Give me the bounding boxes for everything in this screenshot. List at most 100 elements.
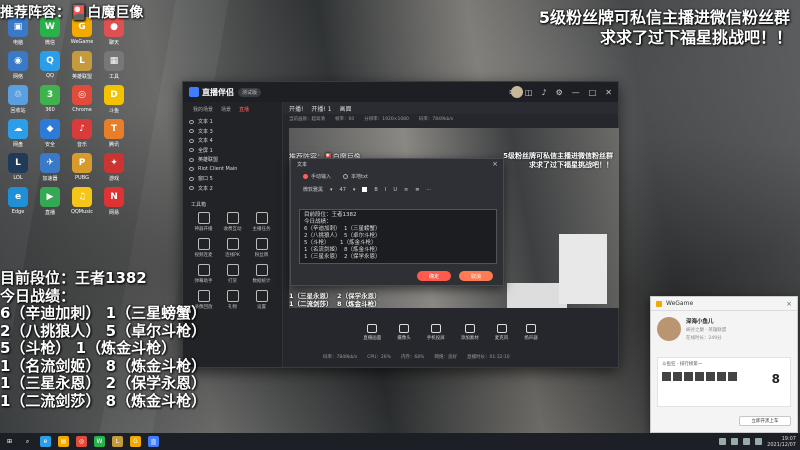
cancel-button[interactable]: 取消	[459, 271, 493, 281]
control-button[interactable]: 添加素材	[461, 323, 479, 341]
radio-manual-input[interactable]: 手动输入	[303, 173, 331, 180]
desktop-icon[interactable]: ▶ 直播	[34, 184, 66, 218]
desktop-icon[interactable]: P PUBG	[66, 150, 98, 184]
lol-icon[interactable]: L	[112, 436, 123, 447]
volume-icon[interactable]	[743, 438, 751, 445]
desktop-icon[interactable]: L LOL	[2, 150, 34, 184]
tab-view[interactable]: 画面	[340, 104, 352, 113]
explorer-icon[interactable]: ▤	[58, 436, 69, 447]
tool-item[interactable]: 视频连麦	[189, 238, 218, 258]
radio-local-txt[interactable]: 本地txt	[343, 173, 368, 180]
source-item[interactable]: 全屏 1	[183, 146, 282, 156]
source-item[interactable]: 英雄联盟	[183, 155, 282, 165]
eye-icon[interactable]	[189, 167, 194, 172]
desktop-icon[interactable]: L 英雄联盟	[66, 48, 98, 82]
control-button[interactable]: 扬声器	[524, 323, 538, 341]
desktop-icon[interactable]: ✈ 加速器	[34, 150, 66, 184]
tool-item[interactable]: 神器开播	[189, 212, 218, 232]
control-button[interactable]: 麦克风	[495, 323, 508, 341]
eye-icon[interactable]	[189, 186, 194, 191]
settings-icon[interactable]: ⚙	[556, 88, 563, 97]
wegame-icon[interactable]: G	[130, 436, 141, 447]
desktop-icon[interactable]: N 网易	[98, 184, 130, 218]
eye-icon[interactable]	[189, 129, 194, 134]
source-item[interactable]: 窗口 5	[183, 174, 282, 184]
close-icon[interactable]: ✕	[605, 88, 612, 97]
align-center-icon[interactable]: ≣	[415, 187, 419, 193]
tab-live-1[interactable]: 开播!	[289, 104, 303, 113]
eye-icon[interactable]	[189, 138, 194, 143]
windows-start-icon[interactable]: ⊞	[4, 436, 15, 447]
color-swatch[interactable]	[362, 187, 368, 192]
eye-icon[interactable]	[189, 148, 194, 153]
source-item[interactable]: 文本 4	[183, 136, 282, 146]
tab-my-scene[interactable]: 我的场景	[193, 106, 213, 113]
minimize-icon[interactable]: —	[572, 88, 580, 97]
wechat-icon[interactable]: W	[94, 436, 105, 447]
bell-icon[interactable]: ♪	[541, 88, 546, 97]
source-item[interactable]: 文本 1	[183, 117, 282, 127]
desktop-icon[interactable]: Q QQ	[34, 48, 66, 82]
tool-item[interactable]: 粉丝牌	[247, 238, 276, 258]
bold-icon[interactable]: B	[374, 187, 377, 193]
desktop-icon[interactable]: e Edge	[2, 184, 34, 218]
network-icon[interactable]	[755, 438, 763, 445]
tool-item[interactable]: 连线PK	[218, 238, 247, 258]
chrome-icon[interactable]: ◎	[76, 436, 87, 447]
tab-live[interactable]: 直播	[239, 106, 249, 113]
tool-item[interactable]: 数据统计	[247, 264, 276, 284]
desktop-icon[interactable]: ✦ 游戏	[98, 150, 130, 184]
edge-icon[interactable]: e	[40, 436, 51, 447]
dialog-close-icon[interactable]: ×	[492, 160, 498, 168]
streaming-app-icon[interactable]: 直	[148, 436, 159, 447]
clock[interactable]: 19:07 2021/12/07	[767, 436, 796, 448]
source-item[interactable]: Riot Client Main	[183, 165, 282, 175]
align-left-icon[interactable]: ≡	[404, 187, 408, 193]
desktop-icon[interactable]: ☁ 网盘	[2, 116, 34, 150]
source-item[interactable]: 文本 3	[183, 127, 282, 137]
tool-item[interactable]: 主播任务	[247, 212, 276, 232]
desktop-icon[interactable]: ◉ 网络	[2, 48, 34, 82]
desktop-icon[interactable]: ◎ Chrome	[66, 82, 98, 116]
tool-item[interactable]: 收费互动	[218, 212, 247, 232]
desktop-icon[interactable]: ♲ 回收站	[2, 82, 34, 116]
source-item[interactable]: 文本 2	[183, 184, 282, 194]
desktop-icon[interactable]: D 斗鱼	[98, 82, 130, 116]
user-avatar[interactable]	[511, 86, 523, 98]
desktop-icon[interactable]: ◆ 安全	[34, 116, 66, 150]
tab-scene[interactable]: 场景	[221, 106, 231, 113]
underline-icon[interactable]: U	[393, 187, 397, 193]
tab-live-2[interactable]: 开播! 1	[311, 104, 331, 113]
tray-icon[interactable]	[731, 438, 739, 445]
desktop-icon[interactable]: 3 360	[34, 82, 66, 116]
profile-avatar[interactable]	[657, 317, 681, 341]
tool-item[interactable]: 打赏	[218, 264, 247, 284]
italic-icon[interactable]: I	[385, 187, 386, 193]
tray-icon[interactable]	[719, 438, 727, 445]
play-together-button[interactable]: 立即开黑上车	[739, 416, 791, 426]
control-button[interactable]: 直播画面	[363, 323, 381, 341]
maximize-icon[interactable]: □	[589, 88, 597, 97]
chevron-down-icon[interactable]: ▾	[330, 187, 333, 193]
close-icon[interactable]: ×	[786, 300, 792, 308]
eye-icon[interactable]	[189, 176, 194, 181]
control-button[interactable]: 手机投屏	[427, 323, 445, 341]
gift-icon[interactable]: ◫	[525, 88, 533, 97]
chevron-down-icon[interactable]: ▾	[353, 187, 356, 193]
desktop-icon[interactable]: ♫ QQMusic	[66, 184, 98, 218]
scene-tabs: 我的场景 场景 直播	[183, 102, 282, 117]
tool-item[interactable]: 礼物	[218, 290, 247, 310]
search-icon[interactable]: ⌕	[22, 436, 33, 447]
ok-button[interactable]: 确定	[417, 271, 451, 281]
more-icon[interactable]: ⋯	[426, 187, 431, 193]
control-button[interactable]: 摄像头	[397, 323, 411, 341]
font-select[interactable]: 微软雅黑	[303, 186, 323, 193]
tool-item[interactable]: 设置	[247, 290, 276, 310]
eye-icon[interactable]	[189, 157, 194, 162]
desktop-icon[interactable]: T 腾讯	[98, 116, 130, 150]
desktop-icon[interactable]: ♪ 音乐	[66, 116, 98, 150]
eye-icon[interactable]	[189, 119, 194, 124]
size-select[interactable]: 47	[340, 187, 346, 193]
desktop-icon[interactable]: ▦ 工具	[98, 48, 130, 82]
text-content-area[interactable]: 目前段位：王者1382 今日战绩： 6（辛迪加刺） 1（三星螃蟹） 2（八挑狼人…	[299, 209, 497, 264]
